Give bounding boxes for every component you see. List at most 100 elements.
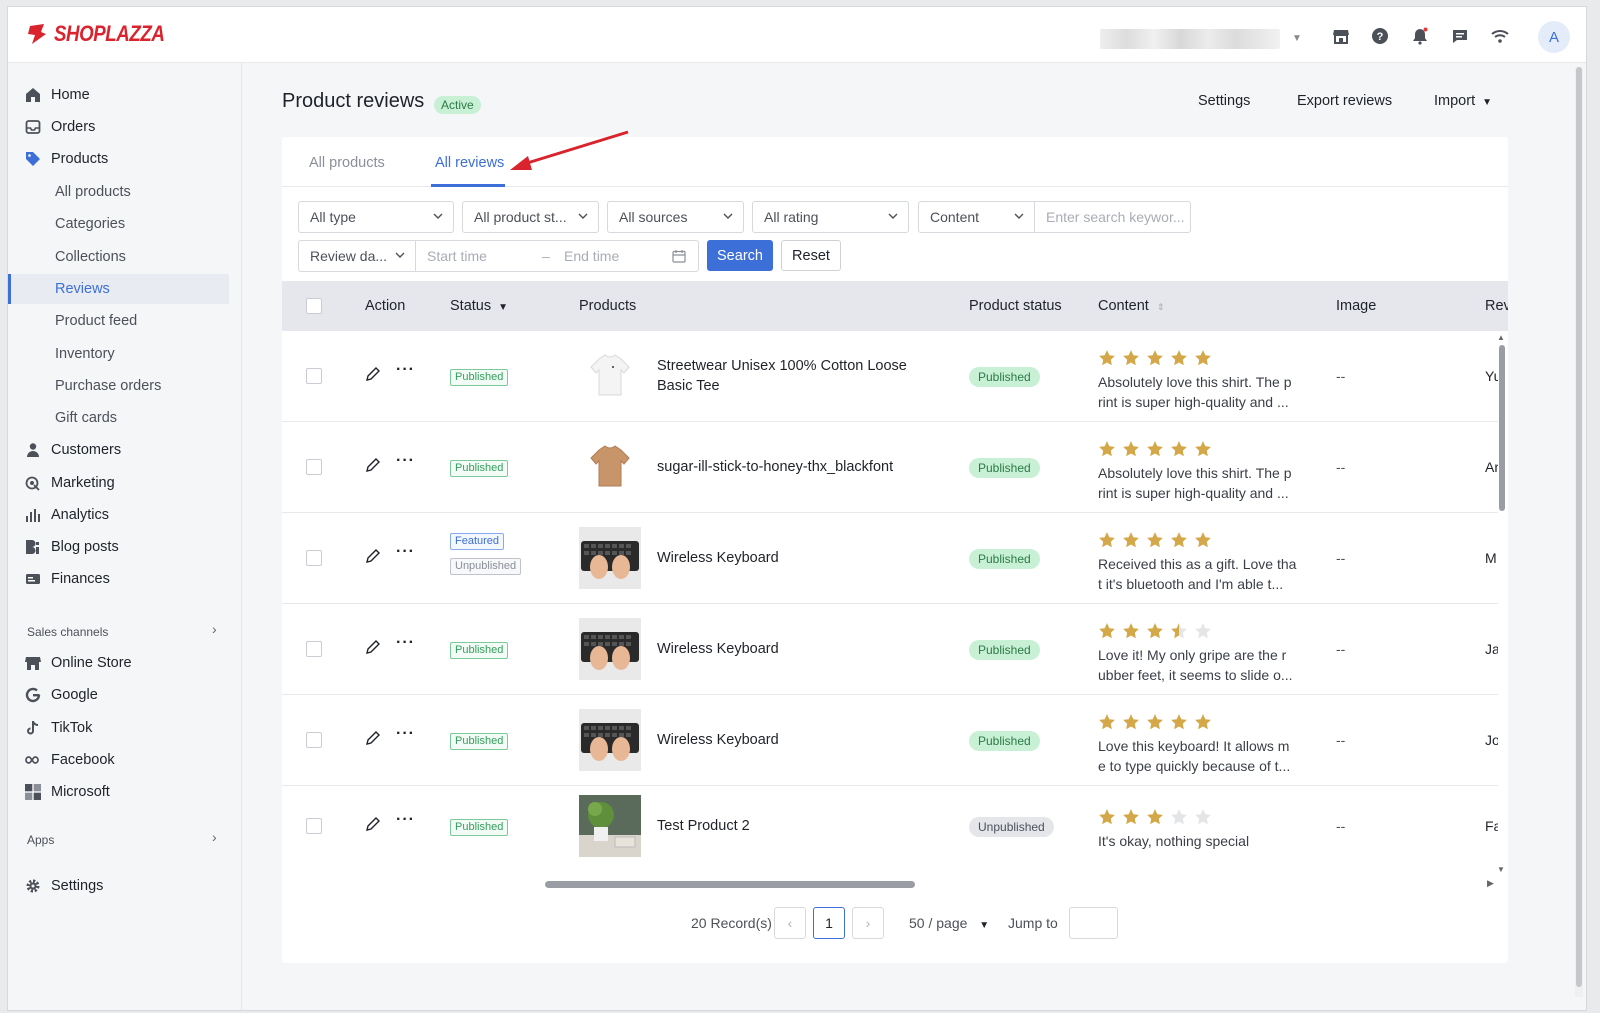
store-icon[interactable] [1330,25,1352,47]
sidebar-item-online-store[interactable]: Online Store [8,648,242,678]
tab-all-products[interactable]: All products [309,155,385,171]
sidebar-item-orders[interactable]: Orders [8,112,242,142]
scroll-up-arrow-icon[interactable]: ▲ [1497,333,1505,342]
product-thumbnail[interactable] [579,527,641,589]
scroll-right-arrow-icon[interactable]: ▶ [1487,878,1494,889]
import-button[interactable]: Import ▼ [1434,93,1492,109]
sidebar-item-customers[interactable]: Customers [8,435,242,465]
edit-icon[interactable] [365,457,381,473]
settings-button[interactable]: Settings [1198,93,1250,109]
row-checkbox[interactable] [306,550,322,566]
chevron-right-icon[interactable]: › [212,829,217,845]
column-header-content[interactable]: Content ⇕ [1098,298,1164,314]
date-field-value: Review da... [310,248,388,264]
row-checkbox[interactable] [306,459,322,475]
edit-icon[interactable] [365,366,381,382]
end-time-input[interactable]: End time [564,248,619,264]
date-field-select[interactable]: Review da... [298,240,416,272]
edit-icon[interactable] [365,816,381,832]
product-thumbnail[interactable] [579,795,641,857]
product-name[interactable]: Test Product 2 [657,816,937,836]
more-actions-icon[interactable]: ··· [396,452,415,470]
row-checkbox[interactable] [306,368,322,384]
sidebar-item-home[interactable]: Home [8,80,242,110]
product-thumbnail[interactable] [579,709,641,771]
sidebar-item-finances[interactable]: Finances [8,564,242,594]
sidebar-item-all-products[interactable]: All products [8,177,242,207]
edit-icon[interactable] [365,730,381,746]
sidebar-item-label: Collections [55,249,126,265]
sidebar-item-gift-cards[interactable]: Gift cards [8,403,242,433]
chevron-down-icon[interactable]: ▼ [1292,33,1302,44]
jump-to-input[interactable] [1069,907,1118,939]
export-reviews-button[interactable]: Export reviews [1297,93,1392,109]
product-thumbnail[interactable] [579,618,641,680]
calendar-icon[interactable] [672,249,686,263]
page-size-select[interactable]: 50 / page ▼ [909,915,989,931]
sidebar-item-google[interactable]: Google [8,680,242,710]
table-row: ··· Published Wireless Keyboard Publishe… [282,604,1498,695]
avatar[interactable]: A [1538,21,1570,53]
scroll-down-arrow-icon[interactable]: ▼ [1497,865,1505,874]
row-checkbox[interactable] [306,818,322,834]
sidebar-item-purchase-orders[interactable]: Purchase orders [8,371,242,401]
more-actions-icon[interactable]: ··· [396,361,415,379]
start-time-input[interactable]: Start time [427,248,487,264]
table-horizontal-scrollbar[interactable] [545,881,915,888]
product-name[interactable]: Wireless Keyboard [657,730,937,750]
more-actions-icon[interactable]: ··· [396,543,415,561]
bell-icon[interactable] [1409,25,1431,47]
sidebar-item-label: Purchase orders [55,378,162,394]
page-scroll-thumb[interactable] [1576,67,1582,987]
row-checkbox[interactable] [306,732,322,748]
product-name[interactable]: sugar-ill-stick-to-honey-thx_blackfont [657,457,937,477]
sidebar-item-settings[interactable]: Settings [8,871,242,901]
sidebar-item-analytics[interactable]: Analytics [8,500,242,530]
sources-filter-select[interactable]: All sources [607,201,744,233]
sidebar-item-collections[interactable]: Collections [8,242,242,272]
product-name[interactable]: Wireless Keyboard [657,548,937,568]
select-all-checkbox[interactable] [306,298,322,314]
help-icon[interactable]: ? [1369,25,1391,47]
date-range-picker[interactable]: Start time – End time [415,240,699,272]
column-header-status[interactable]: Status ▼ [450,298,508,314]
sidebar-item-blog-posts[interactable]: Blog posts [8,532,242,562]
type-filter-select[interactable]: All type [298,201,454,233]
wifi-icon[interactable] [1489,25,1511,47]
product-status-filter-select[interactable]: All product st... [462,201,599,233]
reset-button[interactable]: Reset [781,240,841,271]
next-page-button[interactable]: › [852,907,884,939]
store-name-blurred[interactable] [1100,29,1280,49]
edit-icon[interactable] [365,548,381,564]
search-field-select[interactable]: Content [918,201,1035,233]
product-thumbnail[interactable] [579,436,641,498]
sidebar-item-tiktok[interactable]: TikTok [8,713,242,743]
rating-filter-select[interactable]: All rating [752,201,909,233]
prev-page-button[interactable]: ‹ [774,907,806,939]
sidebar-item-facebook[interactable]: Facebook [8,745,242,775]
sidebar-item-reviews[interactable]: Reviews [8,274,229,304]
page-vertical-scrollbar[interactable] [1575,67,1583,997]
edit-icon[interactable] [365,639,381,655]
chevron-right-icon[interactable]: › [212,621,217,637]
page-number-current[interactable]: 1 [813,907,845,939]
more-actions-icon[interactable]: ··· [396,725,415,743]
product-name[interactable]: Streetwear Unisex 100% Cotton Loose Basi… [657,356,937,396]
sidebar-item-marketing[interactable]: Marketing [8,468,242,498]
search-input[interactable]: Enter search keywor... [1034,201,1191,233]
more-actions-icon[interactable]: ··· [396,811,415,829]
brand-logo[interactable]: SHOPLAZZA [26,21,184,47]
product-name[interactable]: Wireless Keyboard [657,639,937,659]
product-thumbnail[interactable] [579,345,641,407]
row-checkbox[interactable] [306,641,322,657]
chat-icon[interactable] [1449,25,1471,47]
tab-all-reviews[interactable]: All reviews [435,155,504,171]
search-button[interactable]: Search [707,240,773,271]
table-vertical-scrollbar[interactable] [1499,345,1505,511]
more-actions-icon[interactable]: ··· [396,634,415,652]
sidebar-item-categories[interactable]: Categories [8,209,242,239]
sidebar-item-products[interactable]: Products [8,144,242,174]
sidebar-item-microsoft[interactable]: Microsoft [8,777,242,807]
sidebar-item-product-feed[interactable]: Product feed [8,306,242,336]
sidebar-item-inventory[interactable]: Inventory [8,339,242,369]
